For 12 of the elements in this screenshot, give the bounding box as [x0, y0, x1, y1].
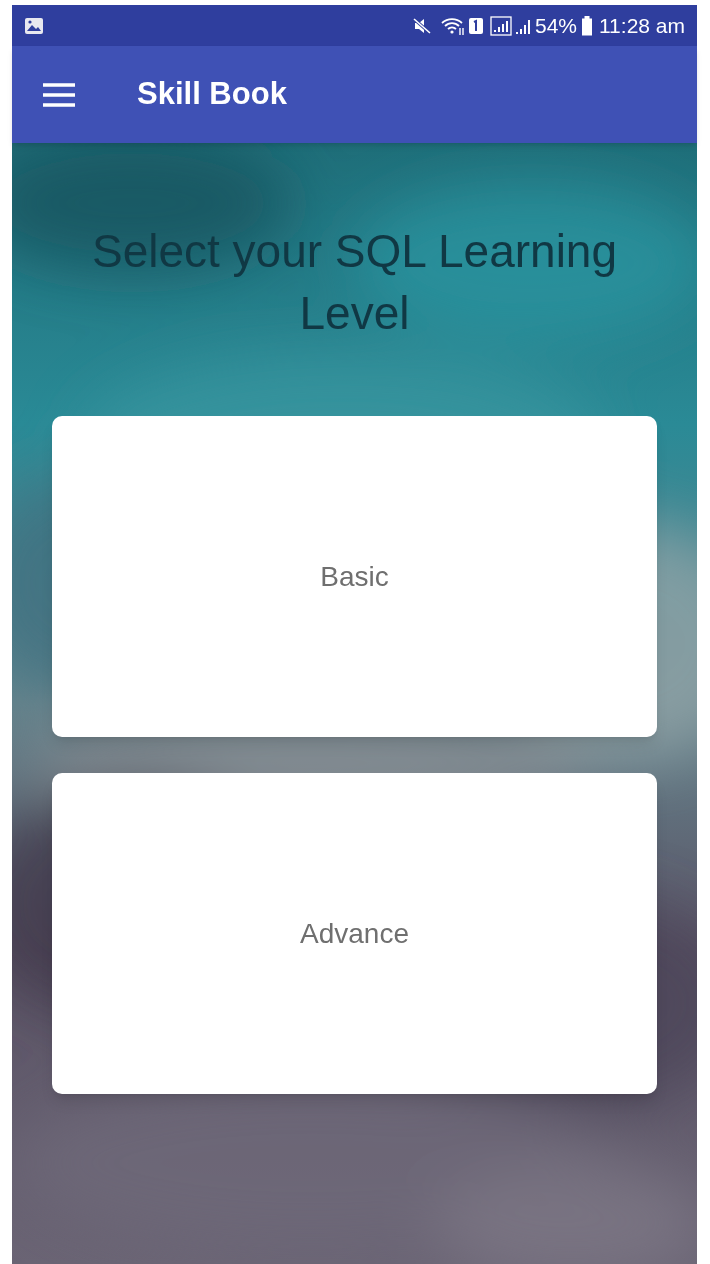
level-card[interactable]: Advance — [52, 773, 657, 1094]
app-title: Skill Book — [137, 75, 287, 114]
level-card[interactable]: Basic — [52, 416, 657, 737]
sim-icon — [467, 16, 484, 35]
signal-icon — [489, 15, 512, 36]
wifi-icon — [439, 15, 466, 36]
menu-icon[interactable] — [42, 81, 76, 108]
battery-level: 54% — [534, 12, 577, 39]
mute-icon — [411, 15, 432, 36]
battery-icon — [581, 15, 593, 36]
image-icon — [24, 16, 44, 35]
clock: 11:28 am — [599, 12, 685, 39]
